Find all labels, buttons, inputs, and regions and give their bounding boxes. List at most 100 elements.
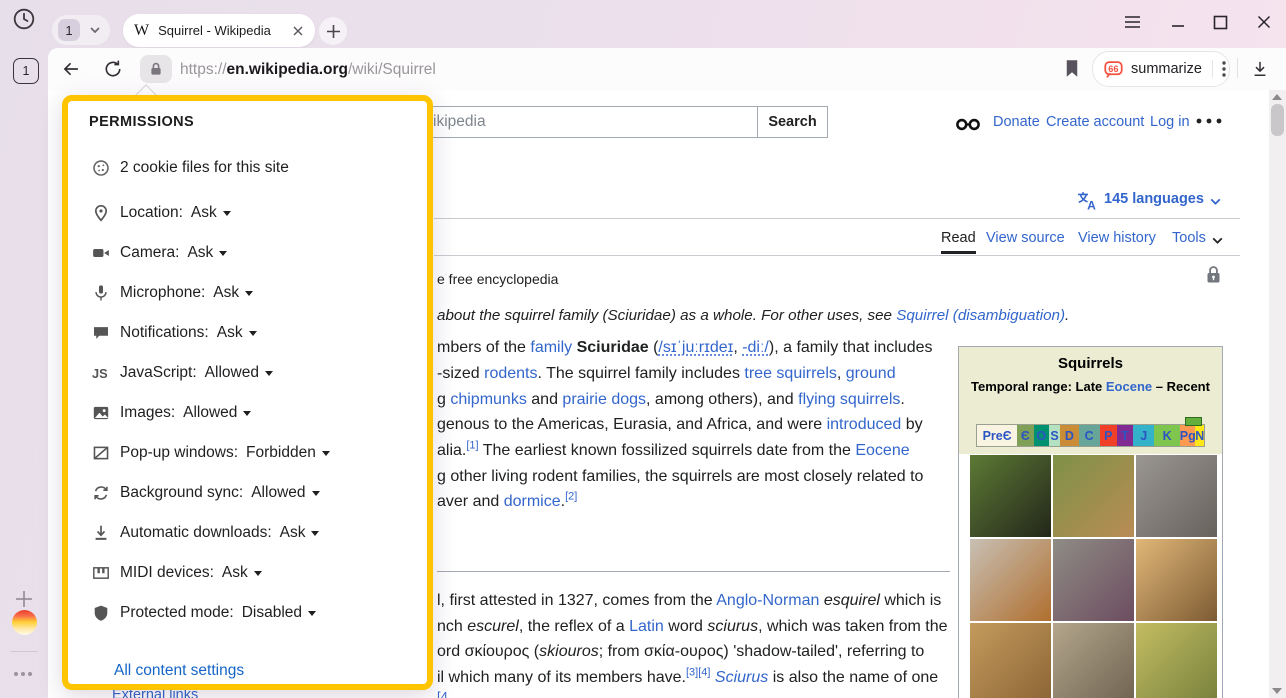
eocene-link[interactable]: Eocene — [1106, 379, 1152, 394]
squirrel-photo-1[interactable] — [970, 455, 1051, 537]
chevron-down-icon[interactable] — [88, 23, 102, 37]
appearance-glasses-icon[interactable] — [956, 116, 980, 132]
browser-tab[interactable]: W Squirrel - Wikipedia — [123, 14, 315, 47]
wiki-tab-tools[interactable]: Tools — [1172, 230, 1206, 246]
wiki-more-icon[interactable] — [1196, 118, 1222, 124]
permission-value-dropdown[interactable]: Ask — [213, 284, 253, 302]
cookie-files-row[interactable]: 2 cookie files for this site — [68, 156, 427, 180]
permission-value-dropdown[interactable]: Ask — [191, 204, 231, 222]
permission-value-dropdown[interactable]: Forbidden — [246, 444, 330, 462]
wiki-tab-view-source[interactable]: View source — [986, 230, 1065, 246]
close-window-button[interactable] — [1252, 10, 1276, 34]
url-text[interactable]: https://en.wikipedia.org/wiki/Squirrel — [180, 61, 436, 79]
permission-value-dropdown[interactable]: Allowed — [205, 364, 273, 382]
permission-value-dropdown[interactable]: Ask — [280, 524, 320, 542]
permission-row-pop-up-windows[interactable]: Pop-up windows:Forbidden — [68, 441, 427, 465]
wiki-link[interactable]: Sciurus — [715, 669, 768, 686]
squirrel-photo-3[interactable] — [1136, 455, 1217, 537]
chevron-down-icon[interactable] — [1208, 194, 1223, 209]
wiki-link[interactable]: dormice — [504, 493, 561, 510]
permission-row-protected-mode[interactable]: Protected mode:Disabled — [68, 601, 427, 625]
tagline: e free encyclopedia — [437, 266, 558, 292]
history-clock-icon[interactable] — [12, 7, 36, 31]
squirrel-photo-5[interactable] — [1053, 539, 1134, 621]
tab-group-button[interactable]: 1 — [52, 15, 110, 45]
dropdown-caret-icon — [308, 611, 316, 620]
sidebar-tab-counter[interactable]: 1 — [13, 58, 39, 84]
wiki-link[interactable]: Eocene — [855, 442, 909, 459]
squirrel-photo-6[interactable] — [1136, 539, 1217, 621]
wiki-link[interactable]: ground — [846, 365, 896, 382]
sidebar-add-icon[interactable] — [14, 589, 34, 609]
downloads-icon[interactable] — [1248, 57, 1272, 81]
permission-row-notifications[interactable]: Notifications:Ask — [68, 321, 427, 345]
squirrel-photo-2[interactable] — [1053, 455, 1134, 537]
more-options-icon[interactable] — [1222, 61, 1226, 77]
all-content-settings-row[interactable]: All content settings — [68, 659, 427, 683]
header-link-donate[interactable]: Donate — [993, 114, 1040, 130]
header-link-log-in[interactable]: Log in — [1150, 114, 1190, 130]
wiki-link[interactable]: Anglo-Norman — [716, 592, 819, 609]
squirrel-photo-7[interactable] — [970, 623, 1051, 698]
back-icon[interactable] — [58, 56, 84, 82]
summarize-button[interactable]: 66 summarize — [1092, 51, 1230, 87]
permission-row-location[interactable]: Location:Ask — [68, 201, 427, 225]
wiki-link[interactable]: introduced — [827, 416, 902, 433]
scroll-up-arrow[interactable] — [1272, 89, 1282, 100]
site-lock-icon[interactable] — [140, 55, 172, 83]
wiki-link[interactable]: prairie dogs — [562, 391, 646, 408]
squirrel-photo-9[interactable] — [1136, 623, 1217, 698]
permission-value-dropdown[interactable]: Allowed — [183, 404, 251, 422]
reload-icon[interactable] — [100, 56, 126, 82]
wiki-link[interactable]: Latin — [629, 618, 664, 635]
page-protection-lock-icon[interactable] — [1205, 265, 1222, 285]
languages-dropdown[interactable]: 145 languages — [1104, 191, 1204, 207]
tab-close-icon[interactable] — [292, 25, 304, 37]
reference-link[interactable]: [2] — [565, 491, 577, 503]
reference-link[interactable]: [1] — [466, 440, 478, 452]
scroll-down-arrow[interactable] — [1272, 688, 1282, 698]
sidebar-more-icon[interactable] — [14, 663, 35, 681]
yandex-mail-icon[interactable] — [12, 610, 37, 635]
menu-icon[interactable] — [1120, 10, 1144, 34]
wiki-link[interactable]: flying squirrels — [798, 391, 900, 408]
wiki-link[interactable]: Squirrel (disambiguation) — [896, 307, 1065, 324]
permission-row-microphone[interactable]: Microphone:Ask — [68, 281, 427, 305]
wiki-link[interactable]: /sɪˈjuːrɪdeɪ — [658, 339, 733, 356]
wiki-tab-view-history[interactable]: View history — [1078, 230, 1156, 246]
tab-title: Squirrel - Wikipedia — [158, 23, 271, 38]
wiki-link[interactable]: -diː/ — [742, 339, 769, 356]
permission-value-dropdown[interactable]: Allowed — [251, 484, 319, 502]
reference-link[interactable]: [3][4] — [686, 667, 710, 679]
maximize-button[interactable] — [1208, 10, 1232, 34]
permission-row-midi-devices[interactable]: MIDI devices:Ask — [68, 561, 427, 585]
permission-row-images[interactable]: Images:Allowed — [68, 401, 427, 425]
permission-value-dropdown[interactable]: Ask — [187, 244, 227, 262]
bookmark-icon[interactable] — [1062, 57, 1082, 79]
minimize-button[interactable] — [1166, 10, 1190, 34]
wiki-link[interactable]: rodents — [484, 365, 537, 382]
permission-value-dropdown[interactable]: Disabled — [242, 604, 316, 622]
scrollbar-thumb[interactable] — [1271, 104, 1284, 136]
all-content-settings-link[interactable]: All content settings — [114, 662, 244, 680]
cookie-files-link[interactable]: 2 cookie files for this site — [120, 159, 289, 177]
squirrel-photo-8[interactable] — [1053, 623, 1134, 698]
image-icon — [92, 404, 110, 422]
permission-value-dropdown[interactable]: Ask — [222, 564, 262, 582]
wiki-link[interactable]: tree squirrels — [744, 365, 836, 382]
permission-row-camera[interactable]: Camera:Ask — [68, 241, 427, 265]
reference-fragment[interactable]: [4 — [437, 689, 448, 698]
permission-row-background-sync[interactable]: Background sync:Allowed — [68, 481, 427, 505]
header-link-create-account[interactable]: Create account — [1046, 114, 1144, 130]
new-tab-button[interactable] — [319, 17, 347, 45]
wiki-link[interactable]: family — [530, 339, 572, 356]
timeline-range-marker — [1185, 417, 1202, 426]
permission-row-automatic-downloads[interactable]: Automatic downloads:Ask — [68, 521, 427, 545]
page-scrollbar[interactable] — [1269, 90, 1286, 698]
permission-value-dropdown[interactable]: Ask — [217, 324, 257, 342]
tools-chevron-icon[interactable] — [1210, 233, 1225, 248]
wiki-link[interactable]: chipmunks — [450, 391, 526, 408]
permission-row-javascript[interactable]: JSJavaScript:Allowed — [68, 361, 427, 385]
article-line: l, first attested in 1327, comes from th… — [437, 588, 941, 614]
squirrel-photo-4[interactable] — [970, 539, 1051, 621]
